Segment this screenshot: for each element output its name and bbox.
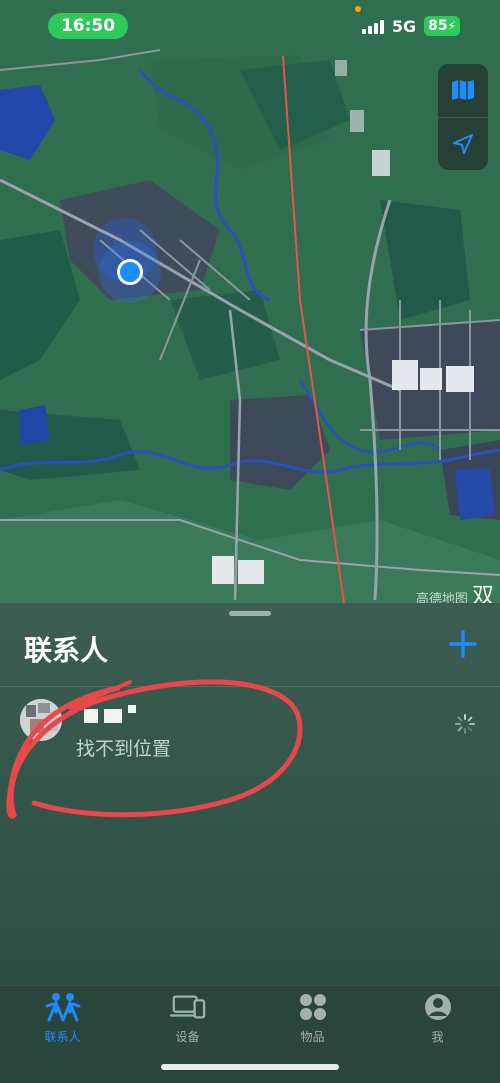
pixelated-name-block <box>104 709 122 723</box>
contact-row[interactable]: 找不到位置 <box>0 693 500 763</box>
map-controls <box>438 64 488 170</box>
map-terrain <box>0 0 500 610</box>
tab-me[interactable]: 我 <box>375 986 500 1083</box>
map-mode-button[interactable] <box>438 64 488 117</box>
contact-location-status: 找不到位置 <box>76 738 172 760</box>
home-indicator[interactable] <box>161 1064 339 1070</box>
tab-label: 设备 <box>175 1030 200 1044</box>
battery-level: 85 <box>428 18 448 34</box>
network-type: 5G <box>391 16 417 36</box>
avatar-icon <box>20 699 62 741</box>
avatar-image <box>20 699 62 741</box>
privacy-indicator-dot <box>355 6 361 12</box>
status-indicators: 5G 85 ⚡ <box>361 16 460 36</box>
tab-label: 我 <box>431 1030 444 1044</box>
charging-bolt-icon: ⚡ <box>447 19 456 33</box>
person-circle-icon <box>420 992 456 1022</box>
tab-label: 联系人 <box>44 1030 81 1044</box>
user-location-dot <box>117 259 143 285</box>
tab-people[interactable]: 联系人 <box>0 986 125 1083</box>
add-contact-button[interactable] <box>448 629 478 659</box>
plus-icon <box>449 630 477 658</box>
sheet-grabber[interactable] <box>229 611 271 616</box>
sheet-title: 联系人 <box>24 634 109 667</box>
devices-icon <box>169 992 206 1022</box>
contact-name <box>78 699 136 725</box>
location-arrow-icon <box>453 133 473 154</box>
battery-indicator: 85 ⚡ <box>424 16 460 36</box>
status-bar: 16:50 5G 85 ⚡ <box>0 0 500 56</box>
pixelated-name-block <box>84 709 98 723</box>
map-view[interactable]: 高德地图 双 <box>0 0 500 610</box>
tab-label: 物品 <box>300 1030 325 1044</box>
sheet-divider <box>0 686 500 687</box>
cellular-signal-icon <box>361 18 384 34</box>
spinner-icon <box>455 714 475 734</box>
status-time: 16:50 <box>48 13 128 39</box>
pixelated-name-block <box>128 705 136 713</box>
items-grid-icon <box>295 992 331 1022</box>
locate-me-button[interactable] <box>438 116 488 171</box>
map-icon <box>452 80 474 101</box>
people-icon <box>45 992 81 1022</box>
